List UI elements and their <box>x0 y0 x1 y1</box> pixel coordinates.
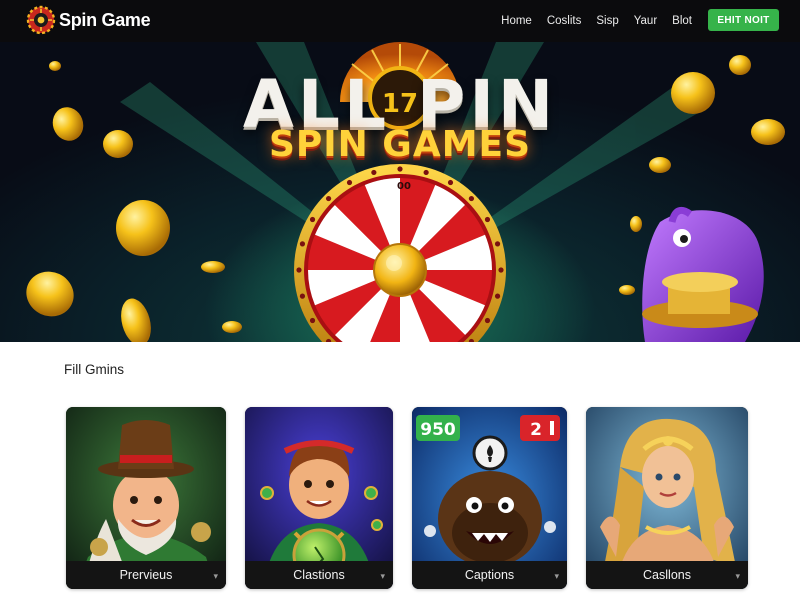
hero-banner: 17 00 ALL PIN SPIN GAMES <box>0 42 800 342</box>
top-navigation: Spin Game Home Coslits Sisp Yaur Blot EH… <box>0 0 800 42</box>
card-caption: Clastions <box>245 561 393 589</box>
wheel-peg <box>447 179 454 186</box>
card-caption: Prervieus <box>66 561 226 589</box>
wheel-peg <box>397 166 403 172</box>
cta-button[interactable]: EHIT NOIT <box>708 9 779 31</box>
wheel-peg <box>423 169 429 176</box>
chevron-icon: ▾ <box>554 571 559 581</box>
prize-wheel: 00 <box>294 164 506 342</box>
wheel-peg <box>498 267 504 273</box>
brand-name: Spin Game <box>59 9 151 30</box>
wheel-peg <box>484 216 491 223</box>
game-card-1[interactable]: Prervieus ▾ <box>66 407 226 589</box>
section-title: Fill Gmins <box>64 362 124 377</box>
game-card-4[interactable]: Casllons ▾ <box>586 407 748 589</box>
card-caption: Casllons <box>586 561 748 589</box>
wheel-peg <box>468 195 475 202</box>
wheel-peg <box>494 241 501 247</box>
wheel-peg <box>371 169 377 176</box>
chevron-icon: ▾ <box>380 571 385 581</box>
game-card-3[interactable]: 950 2 Captions ▾ <box>412 407 567 589</box>
wheel-label: 00 <box>397 181 411 192</box>
nav-link-coslits[interactable]: Coslits <box>547 15 582 27</box>
nav-link-yaur[interactable]: Yaur <box>634 15 657 27</box>
hero-subheadline: SPIN GAMES <box>268 124 532 165</box>
wheel-peg <box>346 179 353 186</box>
game-card-2[interactable]: Clastions ▾ <box>245 407 393 589</box>
brand-logo[interactable]: Spin Game <box>26 5 151 35</box>
wheel-peg <box>484 317 491 324</box>
main-menu: Home Coslits Sisp Yaur Blot <box>486 0 692 42</box>
chevron-icon: ▾ <box>735 571 740 581</box>
wheel-peg <box>309 317 316 324</box>
card-caption: Captions <box>412 561 567 589</box>
wheel-peg <box>299 293 306 299</box>
nav-link-blot[interactable]: Blot <box>672 15 692 27</box>
roulette-wheel-icon <box>26 5 56 35</box>
badge-green: 950 <box>420 420 456 440</box>
wheel-peg <box>494 293 501 299</box>
nav-link-sisp[interactable]: Sisp <box>596 15 618 27</box>
wheel-peg <box>325 195 332 202</box>
nav-link-home[interactable]: Home <box>501 15 532 27</box>
purple-mascot <box>642 206 764 342</box>
badge-red: 2 <box>530 420 542 440</box>
wheel-peg <box>309 216 316 223</box>
wheel-peg <box>299 241 306 247</box>
chevron-icon: ▾ <box>213 571 218 581</box>
wheel-peg <box>296 267 302 273</box>
